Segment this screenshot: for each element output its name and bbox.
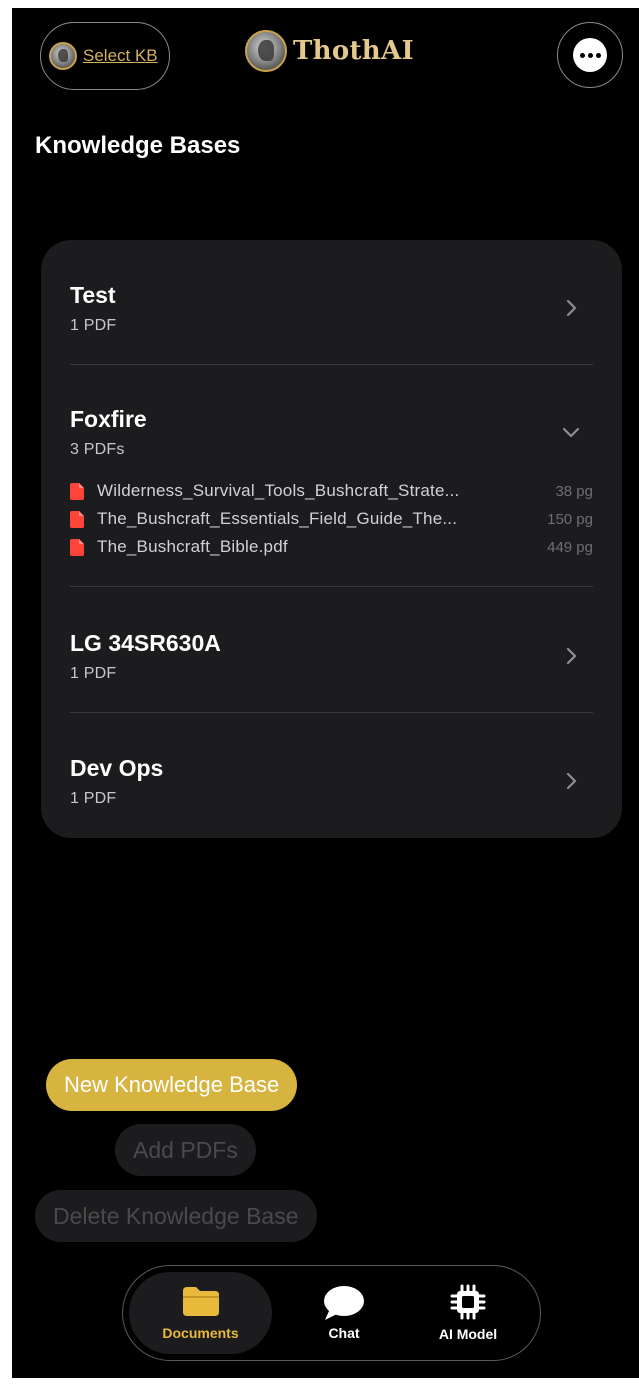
row-divider	[70, 364, 593, 365]
more-options-button[interactable]	[557, 22, 623, 88]
kb-pdf-count: 1 PDF	[70, 790, 117, 807]
pdf-page-count: 150 pg	[547, 510, 593, 528]
chevron-right-icon	[559, 769, 583, 793]
pdf-file-name: The_Bushcraft_Essentials_Field_Guide_The…	[97, 509, 458, 528]
kb-name: Foxfire	[70, 406, 147, 432]
pdf-file-item[interactable]: Wilderness_Survival_Tools_Bushcraft_Stra…	[70, 477, 593, 505]
tab-label: AI Model	[438, 1326, 498, 1342]
pdf-file-item[interactable]: The_Bushcraft_Bible.pdf 449 pg	[70, 533, 593, 561]
kb-row-test[interactable]: Test 1 PDF	[70, 282, 593, 335]
chevron-right-icon	[559, 644, 583, 668]
pdf-file-icon	[70, 510, 84, 528]
tab-chat[interactable]: Chat	[294, 1272, 394, 1354]
kb-row-lg-34sr630a[interactable]: LG 34SR630A 1 PDF	[70, 630, 593, 683]
select-kb-label: Select KB	[83, 46, 158, 65]
select-kb-button[interactable]: Select KB	[40, 22, 170, 90]
pdf-file-name: The_Bushcraft_Bible.pdf	[97, 537, 288, 556]
tab-label: Chat	[328, 1325, 360, 1341]
tab-documents[interactable]: Documents	[129, 1272, 272, 1354]
chevron-right-icon	[559, 296, 583, 320]
pdf-file-list: Wilderness_Survival_Tools_Bushcraft_Stra…	[70, 477, 593, 561]
new-knowledge-base-button[interactable]: New Knowledge Base	[46, 1059, 298, 1111]
chip-icon	[450, 1284, 486, 1320]
pdf-file-icon	[70, 482, 84, 500]
pdf-file-item[interactable]: The_Bushcraft_Essentials_Field_Guide_The…	[70, 505, 593, 533]
app-screen: Select KB ThothAI Knowledge Bases Test 1…	[12, 8, 639, 1378]
kb-name: LG 34SR630A	[70, 630, 221, 656]
app-brand: ThothAI	[245, 30, 414, 72]
pdf-file-icon	[70, 538, 84, 556]
kb-row-foxfire[interactable]: Foxfire 3 PDFs Wilderness_Survival_Tools…	[70, 406, 593, 561]
kb-row-dev-ops[interactable]: Dev Ops 1 PDF	[70, 755, 593, 808]
kb-name: Test	[70, 282, 116, 308]
kb-pdf-count: 1 PDF	[70, 665, 117, 682]
knowledge-base-list: Test 1 PDF Foxfire 3 PDFs Wilderness_Sur…	[41, 240, 622, 838]
tab-bar: Documents Chat AI Model	[122, 1265, 541, 1361]
page-title: Knowledge Bases	[35, 132, 241, 159]
tab-ai-model[interactable]: AI Model	[413, 1272, 523, 1354]
app-name: ThothAI	[293, 36, 414, 66]
folder-icon	[182, 1287, 219, 1316]
kb-pdf-count: 3 PDFs	[70, 441, 125, 458]
pdf-page-count: 449 pg	[547, 538, 593, 556]
kb-name: Dev Ops	[70, 755, 164, 781]
tab-label: Documents	[162, 1325, 239, 1341]
row-divider	[70, 586, 593, 587]
row-divider	[70, 712, 593, 713]
chat-bubble-icon	[324, 1286, 364, 1320]
delete-knowledge-base-button[interactable]: Delete Knowledge Base	[35, 1190, 317, 1242]
pdf-page-count: 38 pg	[555, 482, 593, 500]
kb-pdf-count: 1 PDF	[70, 317, 117, 334]
thoth-logo-icon	[49, 42, 77, 70]
chevron-down-icon	[559, 420, 583, 444]
add-pdfs-button[interactable]: Add PDFs	[115, 1124, 256, 1176]
ellipsis-circle-icon	[573, 38, 607, 72]
pdf-file-name: Wilderness_Survival_Tools_Bushcraft_Stra…	[97, 481, 460, 500]
thoth-logo-icon	[245, 30, 287, 72]
